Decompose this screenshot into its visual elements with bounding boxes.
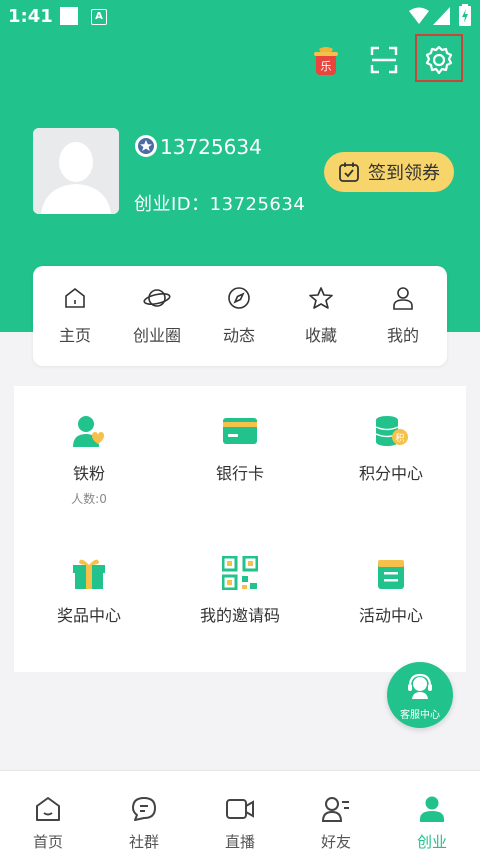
compass-icon	[228, 287, 250, 309]
tab-label: 社群	[128, 833, 159, 851]
tab-friends[interactable]: 好友	[296, 795, 376, 852]
home-tab-icon	[36, 797, 60, 821]
tab-label: 直播	[224, 833, 255, 851]
bottom-tab-bar: 首页 社群 直播 好友 创业	[0, 770, 480, 855]
grid-item-fans[interactable]: 铁粉 人数:0	[14, 414, 164, 507]
nav-item-home[interactable]: 主页	[35, 286, 115, 346]
qr-code-icon	[221, 555, 259, 591]
tab-home[interactable]: 首页	[8, 795, 88, 852]
checkin-button[interactable]: 签到领券	[324, 152, 454, 192]
tab-label: 创业	[416, 833, 447, 851]
grid-item-points[interactable]: 积 积分中心	[316, 414, 466, 484]
grid-label: 我的邀请码	[199, 606, 280, 625]
grid-label: 铁粉	[72, 464, 105, 483]
chat-bubble-icon	[132, 797, 156, 821]
person-filled-icon	[420, 796, 444, 822]
scan-icon[interactable]	[364, 40, 404, 80]
status-time: 1:41	[8, 6, 53, 27]
wifi-icon	[409, 7, 429, 24]
grid-item-activities[interactable]: 活动中心	[316, 556, 466, 626]
tab-community[interactable]: 社群	[104, 795, 184, 852]
friends-icon	[321, 797, 349, 822]
notification-square-icon	[60, 7, 78, 25]
svg-text:积: 积	[395, 432, 404, 444]
star-icon	[309, 287, 333, 309]
customer-service-button[interactable]: 客服中心	[387, 662, 453, 728]
default-avatar-icon	[33, 128, 119, 214]
user-phone: 13725634	[160, 135, 262, 159]
a-notification-icon: A	[91, 9, 107, 25]
calendar-check-icon	[339, 162, 359, 182]
grid-item-bank-card[interactable]: 银行卡	[165, 414, 315, 484]
grid-item-prizes[interactable]: 奖品中心	[14, 556, 164, 626]
nav-item-circle[interactable]: 创业圈	[117, 286, 197, 346]
tab-live[interactable]: 直播	[200, 795, 280, 852]
battery-charging-icon	[459, 4, 471, 26]
grid-label: 银行卡	[215, 464, 264, 483]
lucky-badge-text: 乐	[321, 60, 332, 73]
grid-item-invite-code[interactable]: 我的邀请码	[165, 555, 315, 626]
points-coins-icon: 积	[375, 416, 408, 446]
settings-gear-icon[interactable]	[419, 40, 459, 80]
tab-label: 好友	[320, 833, 351, 851]
tab-startup[interactable]: 创业	[392, 795, 472, 852]
gift-icon	[73, 559, 105, 589]
avatar[interactable]	[33, 128, 119, 214]
lucky-bag-icon[interactable]: 乐	[306, 40, 346, 80]
nav-label: 创业圈	[132, 326, 181, 345]
status-bar: 1:41 A	[0, 0, 480, 34]
nav-item-mine[interactable]: 我的	[363, 286, 443, 346]
checkin-label: 签到领券	[368, 163, 440, 184]
grid-label: 积分中心	[358, 464, 423, 483]
planet-icon	[143, 289, 171, 307]
headset-icon	[408, 673, 432, 699]
grid-label: 奖品中心	[56, 606, 121, 625]
bank-card-icon	[223, 418, 257, 444]
nav-item-favorites[interactable]: 收藏	[281, 286, 361, 346]
nav-label: 动态	[222, 326, 255, 345]
nav-label: 我的	[386, 326, 419, 345]
grid-label: 活动中心	[358, 606, 423, 625]
person-icon	[393, 287, 413, 310]
signal-icon	[433, 7, 450, 25]
activity-calendar-icon	[378, 560, 404, 589]
tab-label: 首页	[32, 833, 63, 851]
vip-badge-icon	[135, 135, 157, 157]
quick-nav-card: 主页 创业圈 动态 收藏 我的	[33, 266, 447, 366]
video-camera-icon	[226, 799, 254, 819]
home-icon	[65, 287, 85, 308]
user-id: 创业ID：13725634	[134, 194, 306, 215]
nav-label: 主页	[58, 326, 91, 345]
service-label: 客服中心	[400, 710, 440, 721]
nav-label: 收藏	[304, 326, 337, 345]
fans-count: 人数:0	[71, 492, 107, 506]
nav-item-moments[interactable]: 动态	[199, 286, 279, 346]
feature-grid: 铁粉 人数:0 银行卡 积 积分中心 奖品中心 我的邀请码 活动中心	[14, 386, 466, 672]
fans-icon	[73, 416, 104, 447]
